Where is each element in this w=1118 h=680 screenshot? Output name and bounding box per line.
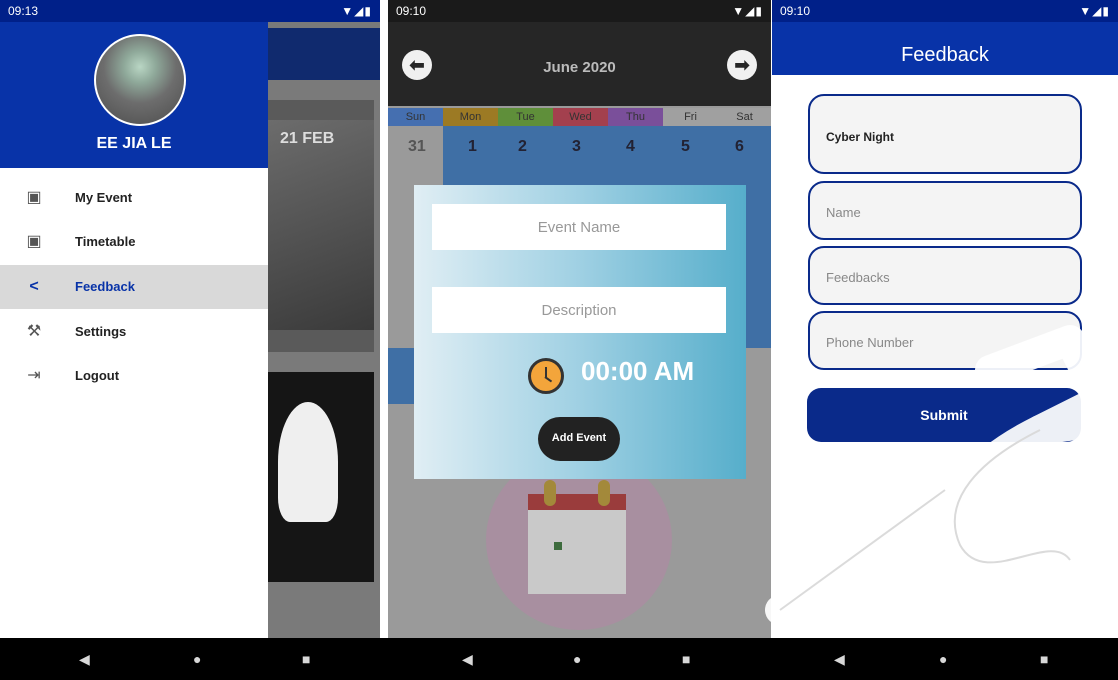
status-time: 09:10 bbox=[396, 4, 427, 18]
day-cell[interactable]: 1 bbox=[468, 138, 477, 156]
background-app: 21 FEB bbox=[268, 0, 380, 638]
drawer-item-label: Feedback bbox=[75, 279, 135, 294]
day-cell[interactable]: 3 bbox=[572, 138, 581, 156]
weekday-sun: Sun bbox=[388, 108, 443, 126]
recents-icon[interactable]: ■ bbox=[682, 651, 690, 667]
background-header bbox=[268, 28, 380, 80]
month-title: June 2020 bbox=[543, 59, 616, 76]
add-event-label: Add Event bbox=[551, 432, 607, 444]
feedback-field[interactable]: Feedbacks bbox=[808, 246, 1082, 305]
back-icon[interactable]: ◀ bbox=[79, 651, 90, 668]
watermark-stroke bbox=[870, 535, 975, 638]
name-field[interactable]: Name bbox=[808, 181, 1082, 240]
logout-icon: ⇥ bbox=[27, 367, 41, 384]
system-nav-bar: ◀ ● ■ ◀ ● ■ ◀ ● ■ bbox=[0, 638, 1118, 680]
weekday-sat: Sat bbox=[718, 108, 771, 126]
image-icon: ▣ bbox=[26, 233, 42, 250]
watermark-stroke bbox=[939, 415, 1085, 578]
watermark bbox=[765, 325, 1118, 638]
background-card-text: 21 FEB bbox=[280, 130, 335, 147]
drawer-item-label: Logout bbox=[75, 368, 120, 383]
event-name-input[interactable]: Event Name bbox=[432, 204, 726, 250]
status-time: 09:10 bbox=[780, 4, 811, 18]
weekday-thu: Thu bbox=[608, 108, 663, 126]
drawer-header: EE JIA LE bbox=[0, 0, 268, 168]
calendar-illustration-body bbox=[528, 494, 626, 594]
home-icon[interactable]: ● bbox=[939, 651, 947, 667]
feedback-placeholder: Feedbacks bbox=[826, 270, 890, 285]
drawer-item-timetable[interactable]: ▣ Timetable bbox=[0, 220, 268, 264]
next-month-button[interactable]: ➡ bbox=[727, 50, 757, 80]
calendar-illustration-ring-right bbox=[598, 480, 610, 506]
status-bar: 09:10 ▼◢▮ bbox=[772, 0, 1118, 22]
status-bar: 09:13 ▼◢▮ bbox=[0, 0, 380, 22]
add-event-dialog: Event Name Description 00:00 AM Add Even… bbox=[414, 185, 746, 479]
background-card-2-figure bbox=[278, 402, 338, 522]
day-cell[interactable]: 5 bbox=[681, 138, 690, 156]
calendar-header: ⬅ June 2020 ➡ bbox=[388, 22, 771, 106]
weekday-fri: Fri bbox=[663, 108, 718, 126]
weekday-tue: Tue bbox=[498, 108, 553, 126]
status-bar: 09:10 ▼◢▮ bbox=[388, 0, 771, 22]
wrench-icon: ⚒ bbox=[26, 323, 42, 340]
event-name-placeholder: Event Name bbox=[537, 219, 621, 236]
day-cell[interactable]: 6 bbox=[735, 138, 744, 156]
user-name: EE JIA LE bbox=[96, 135, 172, 152]
drawer-item-my-event[interactable]: ▣ My Event bbox=[0, 176, 268, 220]
home-icon[interactable]: ● bbox=[193, 651, 201, 667]
back-icon[interactable]: ◀ bbox=[834, 651, 845, 668]
description-input[interactable]: Description bbox=[432, 287, 726, 333]
status-icons: ▼◢▮ bbox=[1079, 4, 1110, 18]
add-event-button[interactable]: Add Event bbox=[538, 417, 620, 461]
calendar-grid-lower bbox=[388, 348, 414, 404]
day-cell[interactable]: 2 bbox=[518, 138, 527, 156]
clock-icon[interactable] bbox=[528, 358, 564, 394]
weekday-mon: Mon bbox=[443, 108, 498, 126]
drawer-item-label: Timetable bbox=[75, 234, 136, 249]
drawer: EE JIA LE ▣ My Event ▣ Timetable < Feedb… bbox=[0, 0, 268, 638]
page-title: Feedback bbox=[901, 44, 989, 66]
day-cell[interactable]: 4 bbox=[626, 138, 635, 156]
drawer-item-feedback[interactable]: < Feedback bbox=[0, 265, 268, 309]
back-icon[interactable]: ◀ bbox=[462, 651, 473, 668]
status-icons: ▼◢▮ bbox=[732, 4, 763, 18]
panel-calendar: ⬅ June 2020 ➡ Sun Mon Tue Wed Thu Fri Sa… bbox=[388, 0, 771, 638]
share-icon: < bbox=[29, 278, 39, 295]
home-icon[interactable]: ● bbox=[573, 651, 581, 667]
avatar[interactable] bbox=[94, 34, 186, 126]
day-cell[interactable]: 31 bbox=[408, 138, 426, 156]
background-card-2 bbox=[268, 372, 374, 582]
drawer-item-settings[interactable]: ⚒ Settings bbox=[0, 310, 268, 354]
recents-icon[interactable]: ■ bbox=[302, 651, 310, 667]
recents-icon[interactable]: ■ bbox=[1040, 651, 1048, 667]
calendar-illustration-ring-left bbox=[544, 480, 556, 506]
drawer-item-logout[interactable]: ⇥ Logout bbox=[0, 354, 268, 398]
weekday-wed: Wed bbox=[553, 108, 608, 126]
drawer-item-label: Settings bbox=[75, 324, 127, 339]
description-placeholder: Description bbox=[541, 302, 617, 319]
panel-drawer: 21 FEB EE JIA LE ▣ My Event ▣ Timetable … bbox=[0, 0, 380, 638]
event-field[interactable]: Cyber Night bbox=[808, 94, 1082, 174]
name-placeholder: Name bbox=[826, 205, 861, 220]
event-field-value: Cyber Night bbox=[826, 130, 895, 144]
status-time: 09:13 bbox=[8, 4, 39, 18]
drawer-item-label: My Event bbox=[75, 190, 133, 205]
background-card: 21 FEB bbox=[268, 100, 374, 352]
clock-hand-minute bbox=[544, 376, 553, 383]
image-icon: ▣ bbox=[26, 189, 42, 206]
time-value[interactable]: 00:00 AM bbox=[581, 356, 694, 387]
calendar-illustration-marker bbox=[554, 542, 562, 550]
background-card-image bbox=[268, 120, 374, 330]
status-icons: ▼◢▮ bbox=[341, 4, 372, 18]
watermark-stroke bbox=[975, 325, 1118, 445]
